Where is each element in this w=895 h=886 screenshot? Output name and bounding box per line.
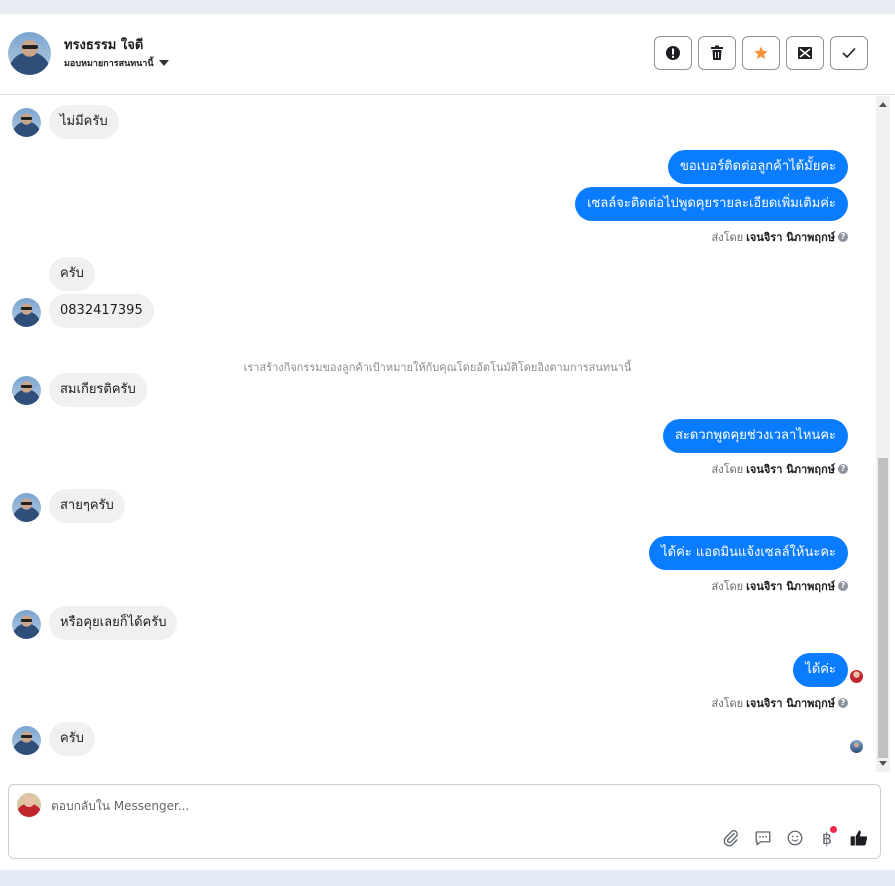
contact-avatar-small [12,298,41,327]
outgoing-message[interactable]: ขอเบอร์ติดต่อลูกค้าได้มั้ยคะ [668,150,848,184]
incoming-message[interactable]: ไม่มีครับ [49,105,119,139]
sent-by-prefix: ส่งโดย [711,463,744,476]
help-icon[interactable]: ? [838,581,848,591]
reply-input[interactable] [51,799,651,813]
seen-indicator-avatar [850,740,863,753]
saved-replies-button[interactable] [752,827,774,849]
sent-by-label: ส่งโดย เจนจิรา นิภาพฤกษ์ ? [712,694,848,712]
like-icon [850,830,868,846]
sent-by-prefix: ส่งโดย [711,231,744,244]
sent-by-label: ส่งโดย เจนจิรา นิภาพฤกษ์ ? [712,228,848,246]
agent-avatar [17,793,41,817]
star-icon [754,46,768,59]
sent-by-name[interactable]: เจนจิรา นิภาพฤกษ์ [746,694,835,712]
conversation-header: ทรงธรรม ใจดี มอบหมายการสนทนานี้ [0,14,895,95]
incoming-message[interactable]: หรือคุยเลยก็ได้ครับ [49,606,178,640]
scroll-down-arrow-icon[interactable] [879,761,887,766]
outgoing-message[interactable]: ได้ค่ะ แอดมินแจ้งเซลล์ให้นะคะ [649,536,848,570]
incoming-message[interactable]: สมเกียรติครับ [49,373,147,407]
help-icon[interactable]: ? [838,698,848,708]
message-list[interactable]: ไม่มีครับ ขอเบอร์ติดต่อลูกค้าได้มั้ยคะ เ… [0,96,875,772]
contact-avatar-small [12,376,41,405]
contact-name[interactable]: ทรงธรรม ใจดี [64,34,143,55]
sent-by-label: ส่งโดย เจนจิรา นิภาพฤกษ์ ? [712,577,848,595]
alert-icon [666,46,680,60]
sent-by-prefix: ส่งโดย [711,580,744,593]
like-button[interactable] [848,827,870,849]
spam-button[interactable] [786,36,824,70]
attach-button[interactable] [720,827,742,849]
trash-icon [711,45,723,60]
notification-dot [830,826,837,833]
header-actions [654,36,868,70]
bottom-strip [0,870,895,886]
help-icon[interactable]: ? [838,232,848,242]
sent-by-name[interactable]: เจนจิรา นิภาพฤกษ์ [746,577,835,595]
attach-icon [723,830,738,847]
done-button[interactable] [830,36,868,70]
top-strip [0,0,895,14]
sent-by-prefix: ส่งโดย [711,697,744,710]
sent-by-label: ส่งโดย เจนจิรา นิภาพฤกษ์ ? [712,460,848,478]
payment-button[interactable]: ฿ [816,826,838,849]
emoji-icon [787,830,803,846]
help-icon[interactable]: ? [838,464,848,474]
scrollbar-thumb[interactable] [878,458,888,758]
contact-avatar[interactable] [8,32,51,75]
reply-composer: ฿ [8,784,881,859]
contact-avatar-small [12,726,41,755]
contact-avatar-small [12,610,41,639]
incoming-message[interactable]: ครับ [49,722,95,756]
report-button[interactable] [654,36,692,70]
delete-button[interactable] [698,36,736,70]
mail-x-icon [798,47,812,59]
contact-avatar-small [12,493,41,522]
check-icon [842,47,856,59]
scroll-up-arrow-icon[interactable] [879,102,887,107]
composer-tools: ฿ [720,826,870,849]
star-button[interactable] [742,36,780,70]
assign-label: มอบหมายการสนทนานี้ [64,59,154,69]
conversation-panel: ทรงธรรม ใจดี มอบหมายการสนทนานี้ ไม่มีครั… [0,14,895,870]
incoming-message[interactable]: ครับ [49,257,95,291]
outgoing-message[interactable]: ได้ค่ะ [793,653,848,687]
incoming-message[interactable]: สายๆครับ [49,489,125,523]
message-icon [755,831,771,846]
outgoing-message[interactable]: เซลล์จะติดต่อไปพูดคุยรายละเอียดเพิ่มเติม… [575,187,848,221]
sent-by-name[interactable]: เจนจิรา นิภาพฤกษ์ [746,460,835,478]
seen-indicator-avatar [850,670,863,683]
caret-down-icon [158,60,169,66]
scrollbar[interactable] [876,96,890,772]
assign-dropdown[interactable]: มอบหมายการสนทนานี้ [64,56,169,70]
outgoing-message[interactable]: สะดวกพูดคุยช่วงเวลาไหนคะ [662,419,848,453]
sent-by-name[interactable]: เจนจิรา นิภาพฤกษ์ [746,228,835,246]
incoming-message[interactable]: 0832417395 [49,294,154,328]
contact-avatar-small [12,108,41,137]
emoji-button[interactable] [784,827,806,849]
